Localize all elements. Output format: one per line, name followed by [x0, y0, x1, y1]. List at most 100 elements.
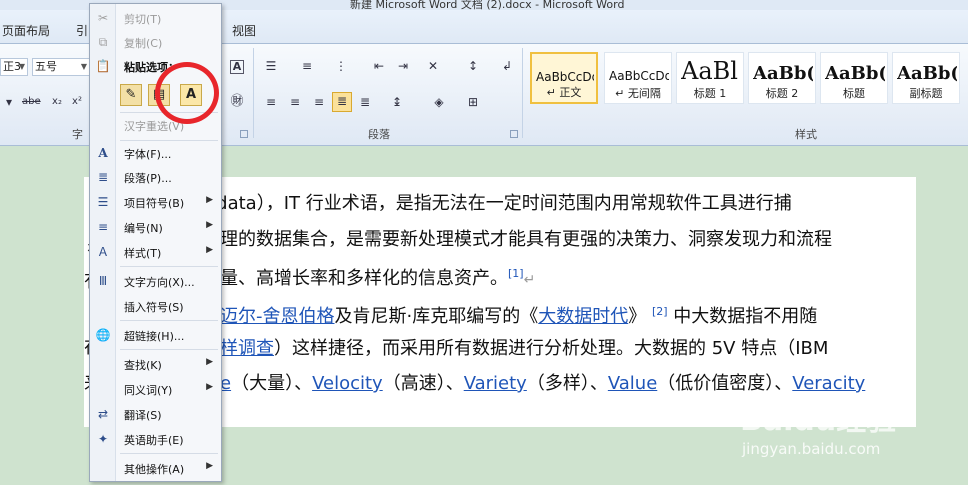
- font-size-combo[interactable]: 五号 ▼: [32, 58, 90, 76]
- submenu-arrow-icon: ▶: [206, 461, 213, 471]
- doc-line-6: e（大量）、Velocity（高速）、Variety（多样）、Value（低价值…: [220, 372, 865, 396]
- link-mayer-schonberger[interactable]: 迈尔-舍恩伯格: [220, 306, 335, 327]
- link-value[interactable]: Value: [608, 373, 657, 394]
- menu-separator: [120, 140, 218, 141]
- menu-label: 英语助手(E): [124, 434, 184, 447]
- font-launcher-icon[interactable]: [240, 130, 248, 138]
- superscript-icon[interactable]: x²: [68, 94, 86, 110]
- text-direction-icon: Ⅲ: [98, 274, 108, 288]
- menu-item-font[interactable]: A 字体(F)...: [90, 142, 221, 164]
- menu-item-lookup[interactable]: 查找(K) ▶: [90, 353, 221, 375]
- multilevel-list-icon[interactable]: ⋮: [332, 58, 350, 74]
- doc-text: 》: [628, 306, 647, 327]
- shading-icon[interactable]: ◈: [430, 94, 448, 110]
- menu-item-translate[interactable]: ⇄ 翻译(S): [90, 403, 221, 425]
- numbering-icon: ≡: [97, 220, 109, 234]
- strikethrough-icon[interactable]: abe: [22, 94, 41, 110]
- sort-icon[interactable]: ↕: [464, 58, 482, 74]
- doc-text: 量、高增长率和多样化的信息资产。: [220, 268, 508, 289]
- menu-label: 字体(F)...: [124, 148, 172, 161]
- menu-separator: [120, 453, 218, 454]
- group-label-font: 字: [72, 128, 83, 141]
- align-right-icon[interactable]: ≡: [310, 94, 328, 110]
- justify-icon[interactable]: ≣: [332, 92, 352, 112]
- link-sampling-survey[interactable]: 样调查: [220, 338, 274, 359]
- underline-dropdown-icon[interactable]: ▾: [0, 94, 18, 110]
- style-heading-2[interactable]: AaBb( 标题 2: [748, 52, 816, 104]
- style-subtitle[interactable]: AaBb( 副标题: [892, 52, 960, 104]
- menu-item-copy[interactable]: ⧉ 复制(C): [90, 31, 221, 53]
- line-spacing-icon[interactable]: ↨: [388, 94, 406, 110]
- menu-item-numbering[interactable]: ≡ 编号(N) ▶: [90, 216, 221, 238]
- link-veracity[interactable]: Veracity: [792, 373, 865, 394]
- distributed-icon[interactable]: ≣: [356, 94, 374, 110]
- menu-item-cut[interactable]: ✂ 剪切(T): [90, 7, 221, 29]
- style-normal[interactable]: AaBbCcDd ↵ 正文: [530, 52, 598, 104]
- style-name: 标题 2: [765, 87, 799, 100]
- menu-label: 剪切(T): [124, 13, 162, 26]
- increase-indent-icon[interactable]: ⇥: [394, 58, 412, 74]
- style-heading-1[interactable]: AaBl 标题 1: [676, 52, 744, 104]
- menu-item-insert-symbol[interactable]: 插入符号(S): [90, 295, 221, 317]
- doc-text: （多样）、: [526, 373, 608, 394]
- style-sample: AaBb(: [897, 63, 957, 84]
- menu-item-bullets[interactable]: ☰ 项目符号(B) ▶: [90, 191, 221, 213]
- link-velocity[interactable]: Velocity: [312, 373, 383, 394]
- align-left-icon[interactable]: ≡: [262, 94, 280, 110]
- doc-text: 中大数据指不用随: [667, 306, 818, 327]
- clipboard-icon: 📋: [95, 59, 111, 73]
- group-separator: [253, 48, 254, 138]
- menu-label: 查找(K): [124, 359, 162, 372]
- doc-text: ）这样捷径，而采用所有数据进行分析处理。大数据的 5V 特点（IBM: [274, 338, 829, 359]
- chinese-layout-icon[interactable]: ✕: [424, 58, 442, 74]
- style-sample: AaBbCcDd: [536, 70, 594, 84]
- styles-icon: Ａ: [96, 245, 109, 259]
- menu-item-english-assistant[interactable]: ✦ 英语助手(E): [90, 428, 221, 450]
- tab-page-layout[interactable]: 页面布局: [2, 22, 50, 39]
- font-name-combo[interactable]: 正3 ▼: [0, 58, 28, 76]
- doc-text: （低价值密度）、: [657, 373, 793, 394]
- doc-line-3: 量、高增长率和多样化的信息资产。[1]↵: [220, 262, 535, 292]
- style-no-spacing[interactable]: AaBbCcDd ↵ 无间隔: [604, 52, 672, 104]
- paste-keep-source-icon[interactable]: ✎: [120, 84, 142, 106]
- paragraph-icon: ≣: [97, 170, 109, 184]
- menu-item-other-actions[interactable]: 其他操作(A) ▶: [90, 457, 221, 479]
- align-center-icon[interactable]: ≡: [286, 94, 304, 110]
- enclosed-char-icon[interactable]: ㊖: [228, 94, 246, 110]
- menu-item-paragraph[interactable]: ≣ 段落(P)...: [90, 166, 221, 188]
- show-marks-icon[interactable]: ↲: [498, 58, 516, 74]
- translate-icon: ⇄: [97, 407, 109, 421]
- doc-line-4: 迈尔-舍恩伯格及肯尼斯·库克耶编写的《大数据时代》 [2] 中大数据指不用随: [220, 300, 817, 329]
- subscript-icon[interactable]: x₂: [48, 94, 66, 110]
- menu-item-styles[interactable]: Ａ 样式(T) ▶: [90, 241, 221, 263]
- link-big-data-era[interactable]: 大数据时代: [538, 306, 628, 327]
- font-icon: A: [98, 146, 108, 160]
- group-label-styles: 样式: [795, 128, 817, 141]
- submenu-arrow-icon: ▶: [206, 357, 213, 367]
- menu-item-hyperlink[interactable]: 🌐 超链接(H)...: [90, 324, 221, 346]
- submenu-arrow-icon: ▶: [206, 382, 213, 392]
- borders-icon[interactable]: ⊞: [464, 94, 482, 110]
- footnote-ref[interactable]: [1]: [508, 267, 524, 280]
- bullets-icon: ☰: [97, 195, 109, 209]
- assistant-icon: ✦: [97, 432, 109, 446]
- bullets-icon[interactable]: ☰: [262, 58, 280, 74]
- tab-view[interactable]: 视图: [232, 22, 256, 39]
- numbering-icon[interactable]: ≡: [298, 58, 316, 74]
- doc-line-2: 理的数据集合，是需要新处理模式才能具有更强的决策力、洞察发现力和流程: [220, 228, 832, 252]
- paragraph-launcher-icon[interactable]: [510, 130, 518, 138]
- menu-item-synonyms[interactable]: 同义词(Y) ▶: [90, 378, 221, 400]
- char-border-icon[interactable]: A: [230, 60, 244, 74]
- decrease-indent-icon[interactable]: ⇤: [370, 58, 388, 74]
- menu-label: 项目符号(B): [124, 197, 185, 210]
- link-variety[interactable]: Variety: [464, 373, 527, 394]
- menu-separator: [120, 349, 218, 350]
- menu-label: 插入符号(S): [124, 301, 184, 314]
- tab-references[interactable]: 引: [76, 22, 88, 39]
- style-name: ↵ 正文: [546, 86, 582, 99]
- chevron-down-icon: ▼: [18, 62, 25, 71]
- footnote-ref[interactable]: [2]: [652, 305, 668, 318]
- doc-text: ig data），IT 行业术语，是指无法在一定时间范围内用常规软件工具进行捕: [194, 193, 792, 214]
- menu-item-text-direction[interactable]: Ⅲ 文字方向(X)...: [90, 270, 221, 292]
- style-title[interactable]: AaBb( 标题: [820, 52, 888, 104]
